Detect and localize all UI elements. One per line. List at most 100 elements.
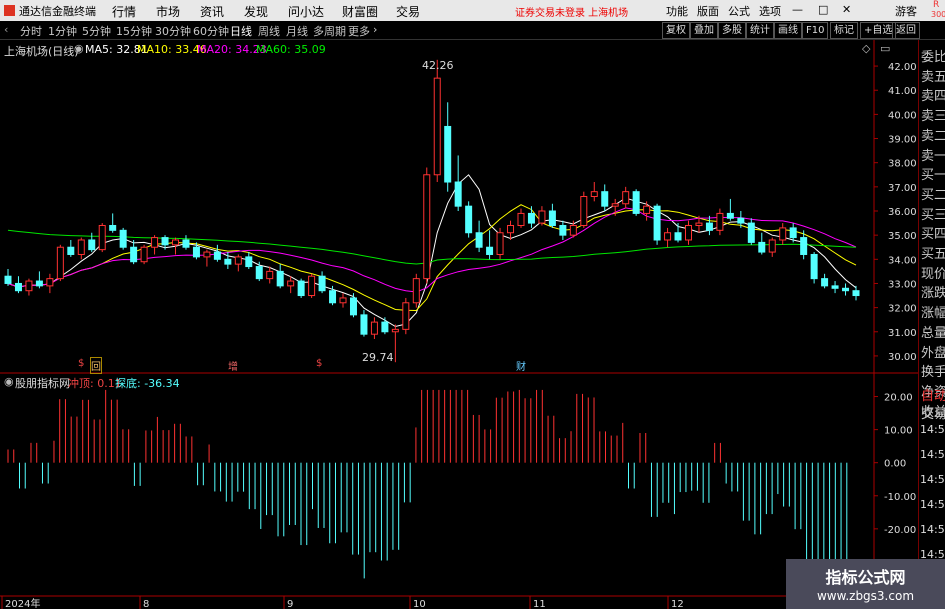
panel-time-3[interactable]: 14:56 (920, 498, 945, 511)
panel-item-8[interactable]: 买三 (921, 204, 945, 223)
panel-time-2[interactable]: 14:56 (920, 473, 945, 486)
guest-label[interactable]: 游客 (895, 3, 917, 19)
date-label-2: 9 (287, 599, 293, 609)
minimize-icon[interactable]: — (792, 3, 803, 16)
menu-xuanxiang[interactable]: 选项 (759, 3, 781, 19)
menu-caifuquan[interactable]: 财富圈 (342, 3, 378, 20)
tool-zixuan[interactable]: +自选 (860, 22, 897, 39)
kline-chart-area[interactable]: 42.00 41.00 40.00 39.00 38.00 37.00 36.00 35.00… (0, 40, 918, 609)
panel-item-4[interactable]: 卖二 (921, 125, 945, 144)
price-tick-label-8: 34.00 (888, 255, 917, 266)
period-1min[interactable]: 1分钟 (48, 23, 77, 39)
panel-item-10[interactable]: 买五 (921, 243, 945, 262)
tool-fuquan[interactable]: 复权 (662, 22, 690, 39)
panel-item-15[interactable]: 外盘 (921, 342, 945, 361)
panel-time-0[interactable]: 14:56 (920, 423, 945, 436)
event-zeng-marker[interactable]: 增 (228, 358, 238, 373)
candle-body-23 (245, 256, 253, 268)
event-hui-marker[interactable]: 回 (90, 357, 102, 374)
login-notice[interactable]: 证券交易未登录 上海机场 (515, 4, 628, 19)
expand-icon[interactable]: ◇ (862, 42, 870, 55)
menu-banmian[interactable]: 版面 (697, 3, 719, 19)
candle-body-21 (224, 258, 232, 265)
event-dollar-marker[interactable]: $ (78, 358, 84, 369)
menu-wenxiaoda[interactable]: 问小达 (288, 3, 324, 20)
panel-item-6[interactable]: 买一 (921, 164, 945, 183)
ind-tick-label-0: 20.00 (884, 393, 913, 404)
panel-item-3[interactable]: 卖三 (921, 105, 945, 124)
period-week[interactable]: 周线 (258, 23, 280, 39)
candle-body-11 (119, 229, 127, 248)
menu-zixun[interactable]: 资讯 (200, 3, 224, 20)
panel-item-2[interactable]: 卖四 (921, 85, 945, 104)
period-month[interactable]: 月线 (286, 23, 308, 39)
candle-body-45 (475, 232, 483, 248)
tool-biaoji[interactable]: 标记 (830, 22, 858, 39)
period-60min[interactable]: 60分钟 (193, 23, 229, 39)
close-icon[interactable]: ✕ (842, 3, 851, 16)
menu-faxian[interactable]: 发现 (244, 3, 268, 20)
tool-huaxian[interactable]: 画线 (774, 22, 802, 39)
event-dollar-marker-2[interactable]: $ (316, 358, 322, 369)
period-day[interactable]: 日线 (230, 23, 252, 39)
menu-shichang[interactable]: 市场 (156, 3, 180, 20)
period-5min[interactable]: 5分钟 (82, 23, 111, 39)
panel-item-1[interactable]: 卖五 (921, 66, 945, 85)
panel-item-7[interactable]: 买二 (921, 184, 945, 203)
tool-duogu[interactable]: 多股 (718, 22, 746, 39)
candle-body-14 (151, 237, 159, 248)
menu-hangqing[interactable]: 行情 (112, 3, 136, 20)
panel-item-16[interactable]: 换手 (921, 361, 945, 380)
panel-lower-0[interactable]: 自动 (921, 385, 945, 404)
quote-side-panel: R 300 委比 卖五 卖四 卖三 卖二 卖一 买一 买二 买三 买四 买五 现价 涨跌 涨幅 总量 外盘 换手净… (918, 0, 945, 609)
tool-tongji[interactable]: 统计 (746, 22, 774, 39)
panel-item-13[interactable]: 涨幅 (921, 302, 945, 321)
period-fenshi[interactable]: 分时 (20, 23, 42, 39)
panel-item-5[interactable]: 卖一 (921, 145, 945, 164)
candlestick-series (4, 59, 860, 363)
tool-diejia[interactable]: 叠加 (690, 22, 718, 39)
period-more[interactable]: 更多 (348, 23, 370, 39)
tool-f10[interactable]: F10 (802, 22, 829, 39)
panel-time-4[interactable]: 14:56 (920, 523, 945, 536)
collapse-panel-icon[interactable]: ▭ (880, 42, 890, 55)
indicator-tandi: 探底: -36.34 (115, 377, 180, 390)
collapse-icon[interactable]: ‹ (4, 23, 8, 36)
period-15min[interactable]: 15分钟 (116, 23, 152, 39)
chart-grid (0, 40, 918, 609)
event-cai-marker[interactable]: 财 (516, 358, 526, 373)
settings-icon[interactable]: ◉ (74, 42, 84, 55)
indicator-settings-icon[interactable]: ◉ (4, 375, 14, 388)
menu-jiaoyi[interactable]: 交易 (396, 3, 420, 20)
candle-body-19 (203, 251, 211, 258)
menu-gongshi[interactable]: 公式 (728, 3, 750, 19)
price-tick-label-6: 36.00 (888, 207, 917, 218)
period-30min[interactable]: 30分钟 (155, 23, 191, 39)
maximize-icon[interactable]: □ (818, 3, 828, 16)
panel-item-9[interactable]: 买四 (921, 223, 945, 242)
panel-item-14[interactable]: 总量 (921, 322, 945, 341)
price-tick-label-2: 40.00 (888, 110, 917, 121)
date-label-0: 2024年 (5, 597, 40, 609)
candle-body-33 (349, 297, 357, 316)
tool-fanhui[interactable]: 返回 (892, 22, 920, 39)
panel-lower-1[interactable]: 交易 (921, 403, 945, 422)
menu-gongneng[interactable]: 功能 (666, 3, 688, 19)
period-multi[interactable]: 多周期 (313, 23, 346, 39)
indicator-chongding: 冲顶: 0.11 (68, 377, 122, 390)
candle-body-41 (433, 77, 441, 176)
panel-time-1[interactable]: 14:56 (920, 448, 945, 461)
chevron-right-icon[interactable]: › (373, 23, 377, 36)
candle-body-69 (726, 212, 734, 219)
panel-item-0[interactable]: 委比 (921, 46, 945, 65)
corner-300[interactable]: 300 (931, 10, 945, 19)
candle-body-24 (255, 266, 263, 280)
panel-item-11[interactable]: 现价 (921, 263, 945, 282)
candle-body-42 (444, 125, 452, 183)
ind-tick-label-1: 10.00 (884, 426, 913, 437)
candle-body-60 (632, 191, 640, 214)
panel-item-12[interactable]: 涨跌 (921, 282, 945, 301)
corner-r: R (933, 0, 940, 10)
candle-body-4 (46, 278, 54, 287)
candle-body-46 (486, 246, 494, 255)
